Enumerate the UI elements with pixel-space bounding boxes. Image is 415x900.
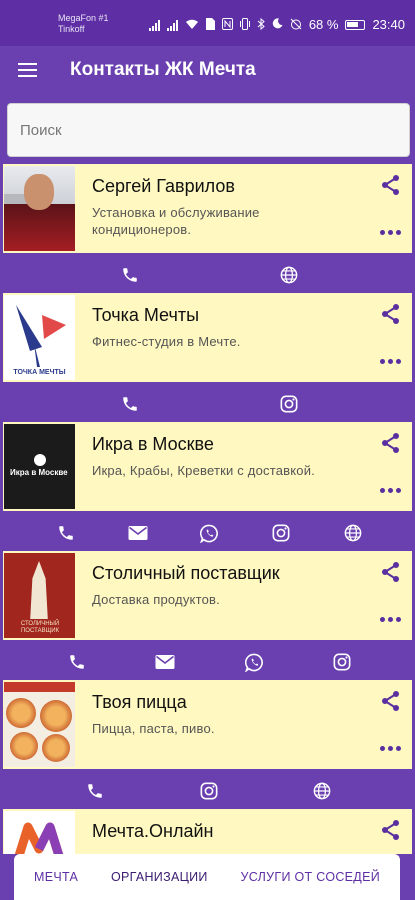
- carrier-line-1: MegaFon #1: [58, 13, 109, 23]
- contact-card[interactable]: Икра в Москве Икра в Москве Икра, Крабы,…: [3, 422, 412, 511]
- carrier-line-2: Tinkoff: [58, 24, 85, 34]
- moon-icon: [272, 18, 283, 31]
- share-icon[interactable]: [380, 819, 402, 841]
- clock: 23:40: [372, 17, 405, 32]
- more-options-icon[interactable]: [380, 488, 404, 496]
- contact-description: Доставка продуктов.: [92, 592, 220, 607]
- contact-description: Установка и обслуживание кондиционеров.: [92, 205, 260, 237]
- contact-photo: [4, 682, 75, 767]
- phone-icon[interactable]: [55, 522, 77, 544]
- share-icon[interactable]: [380, 561, 402, 583]
- globe-icon[interactable]: [342, 522, 364, 544]
- signal-icon: [166, 19, 178, 31]
- more-options-icon[interactable]: [380, 230, 404, 238]
- contact-card[interactable]: СТОЛИЧНЫЙ ПОСТАВЩИК Столичный поставщик …: [3, 551, 412, 640]
- contact-actions-bar: [3, 390, 412, 417]
- contact-logo: СТОЛИЧНЫЙ ПОСТАВЩИК: [4, 553, 75, 638]
- page-title: Контакты ЖК Мечта: [70, 59, 256, 80]
- contact-card[interactable]: Сергей Гаврилов Установка и обслуживание…: [3, 164, 412, 253]
- battery-percent: 68 %: [308, 17, 339, 32]
- contacts-list[interactable]: Сергей Гаврилов Установка и обслуживание…: [0, 164, 415, 854]
- nfc-icon: [221, 17, 233, 32]
- bluetooth-icon: [257, 17, 265, 32]
- globe-icon[interactable]: [311, 780, 333, 802]
- tab-organizations[interactable]: ОРГАНИЗАЦИИ: [107, 870, 212, 884]
- phone-icon[interactable]: [84, 780, 106, 802]
- tab-neighbor-services[interactable]: УСЛУГИ ОТ СОСЕДЕЙ: [237, 870, 384, 884]
- logo-text: СТОЛИЧНЫЙ ПОСТАВЩИК: [20, 621, 60, 634]
- app-bar: Контакты ЖК Мечта: [0, 46, 415, 96]
- contact-logo: ТОЧКА МЕЧТЫ: [4, 295, 75, 380]
- contact-actions-bar: [3, 261, 412, 288]
- share-icon[interactable]: [380, 174, 402, 196]
- wifi-icon: [185, 18, 199, 32]
- contact-description: Икра, Крабы, Креветки с доставкой.: [92, 463, 315, 478]
- contact-name: Мечта.Онлайн: [92, 821, 214, 841]
- more-options-icon[interactable]: [380, 359, 404, 367]
- contact-card[interactable]: Мечта.Онлайн: [3, 809, 412, 854]
- globe-icon[interactable]: [278, 264, 300, 286]
- share-icon[interactable]: [380, 432, 402, 454]
- instagram-icon[interactable]: [270, 522, 292, 544]
- carrier-info: MegaFon #1 Tinkoff: [58, 13, 109, 35]
- search-input[interactable]: [7, 103, 410, 157]
- more-options-icon[interactable]: [380, 746, 404, 754]
- more-options-icon[interactable]: [380, 617, 404, 625]
- contact-name: Икра в Москве: [92, 434, 214, 454]
- phone-icon[interactable]: [119, 393, 141, 415]
- phone-icon[interactable]: [119, 264, 141, 286]
- contact-card[interactable]: ТОЧКА МЕЧТЫ Точка Мечты Фитнес-студия в …: [3, 293, 412, 382]
- contact-logo: Икра в Москве: [4, 424, 75, 509]
- contact-photo: [4, 166, 75, 251]
- instagram-icon[interactable]: [331, 651, 353, 673]
- share-icon[interactable]: [380, 303, 402, 325]
- contact-name: Твоя пицца: [92, 692, 187, 712]
- bottom-navigation: МЕЧТА ОРГАНИЗАЦИИ УСЛУГИ ОТ СОСЕДЕЙ: [14, 854, 400, 900]
- status-bar: MegaFon #1 Tinkoff 68 % 23:40: [0, 0, 415, 46]
- share-icon[interactable]: [380, 690, 402, 712]
- vibrate-icon: [239, 17, 250, 32]
- sim-icon: [205, 17, 215, 32]
- whatsapp-icon[interactable]: [198, 522, 220, 544]
- tab-mechta[interactable]: МЕЧТА: [30, 870, 82, 884]
- logo-text: ТОЧКА МЕЧТЫ: [13, 369, 66, 376]
- contact-name: Точка Мечты: [92, 305, 200, 325]
- instagram-icon[interactable]: [198, 780, 220, 802]
- contact-actions-bar: [3, 777, 412, 804]
- phone-icon[interactable]: [66, 651, 88, 673]
- battery-icon: [345, 19, 366, 30]
- logo-text: Икра в Москве: [10, 468, 68, 477]
- signal-icon: [148, 19, 160, 31]
- contact-name: Сергей Гаврилов: [92, 176, 235, 196]
- instagram-icon[interactable]: [278, 393, 300, 415]
- mail-icon[interactable]: [154, 651, 176, 673]
- status-indicators: 68 % 23:40: [148, 17, 405, 32]
- contact-card[interactable]: Твоя пицца Пицца, паста, пиво.: [3, 680, 412, 769]
- contact-actions-bar: [3, 519, 412, 546]
- hamburger-menu-icon[interactable]: [18, 63, 37, 77]
- contact-logo: [4, 811, 75, 854]
- whatsapp-icon[interactable]: [243, 651, 265, 673]
- alarm-off-icon: [290, 18, 302, 32]
- contact-name: Столичный поставщик: [92, 563, 280, 583]
- contact-description: Пицца, паста, пиво.: [92, 721, 215, 736]
- contact-description: Фитнес-студия в Мечте.: [92, 334, 241, 349]
- mail-icon[interactable]: [127, 522, 149, 544]
- contact-actions-bar: [3, 648, 412, 675]
